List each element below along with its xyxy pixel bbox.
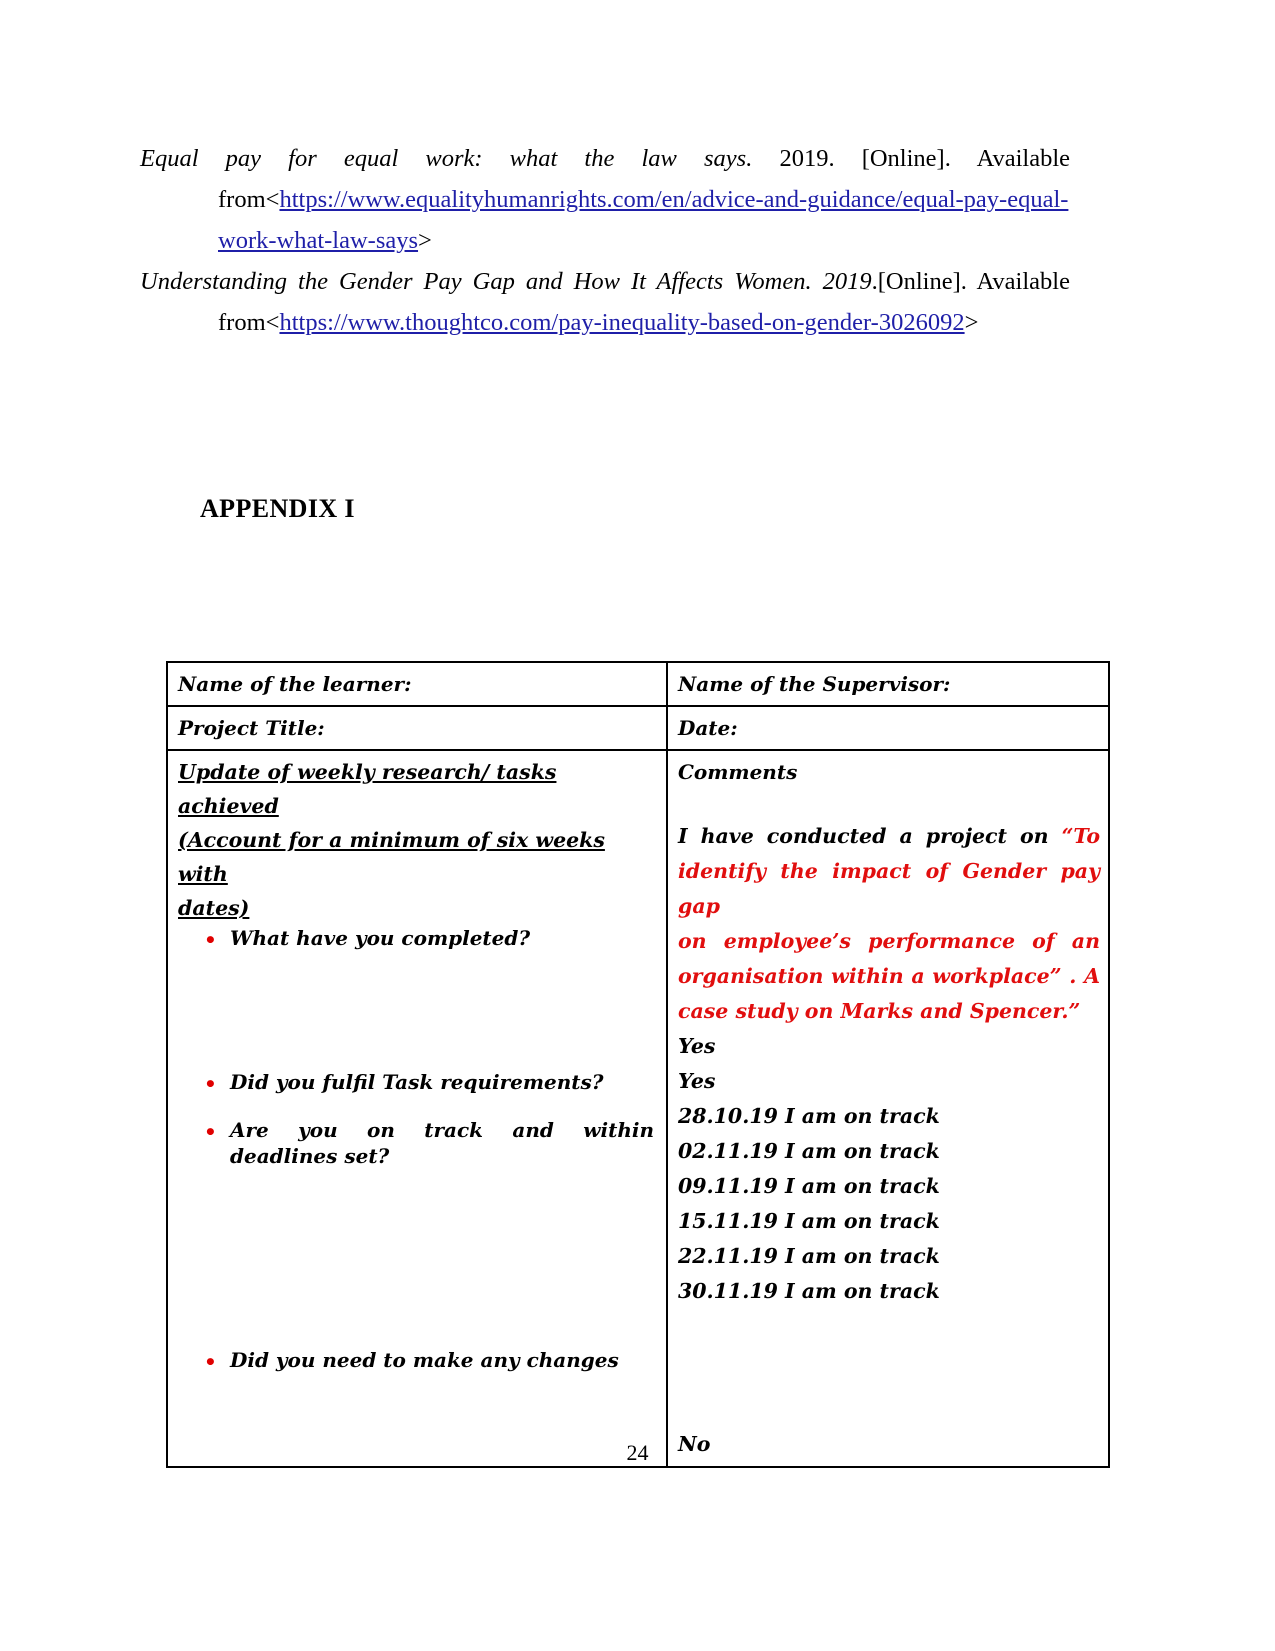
reference-2-url-line-1: from<https://www.thoughtco.com/pay-inequ… (218, 302, 1070, 343)
question-list-4: • Did you need to make any changes (178, 1347, 658, 1374)
reference-1-meta: 2019. [Online]. Available (779, 145, 1071, 172)
answer-track-4: 15.11.19 I am on track (678, 1209, 940, 1233)
page-number: 24 (626, 1440, 649, 1465)
cell-comments[interactable]: Comments I have conducted a project on “… (666, 749, 1110, 1468)
reference-entry-1: Equal pay for equal work: what the law s… (140, 138, 1070, 261)
project-statement-line-5: case study on Marks and Spencer.” (678, 999, 1081, 1023)
answer-track-2: 02.11.19 I am on track (678, 1139, 940, 1163)
reference-1-close-bracket: > (418, 227, 432, 254)
reference-1-from-label: from< (218, 186, 280, 213)
reference-1-url-line-2: work-what-law-says> (218, 220, 1070, 261)
cell-date[interactable]: Date: (666, 705, 1110, 751)
reference-2-title-line: Understanding the Gender Pay Gap and How… (140, 261, 1070, 302)
project-statement-line-3: on employee’s performance of an (678, 929, 1100, 953)
question-item-on-track: • Are you on track and within deadlines … (204, 1117, 658, 1169)
bullet-icon: • (204, 928, 217, 952)
question-list: • What have you completed? (178, 925, 658, 952)
reference-2-from-label: from< (218, 309, 280, 336)
document-page: Equal pay for equal work: what the law s… (0, 0, 1275, 1651)
spacer-after-completed (178, 951, 658, 1069)
reference-1-title-line: Equal pay for equal work: what the law s… (140, 138, 1070, 179)
question-item-changes: • Did you need to make any changes (204, 1347, 658, 1374)
question-item-task-requirements: • Did you fulfil Task requirements? (204, 1069, 658, 1096)
project-statement-lead: I have conducted a project on (678, 824, 1062, 848)
question-list-3: • Are you on track and within deadlines … (178, 1117, 658, 1169)
cell-weekly-update-questions[interactable]: Update of weekly research/ tasks achieve… (166, 749, 668, 1468)
reference-1-title: Equal pay for equal work: what the law s… (140, 145, 753, 172)
table-row-learner-supervisor: Name of the learner: Name of the Supervi… (166, 661, 1110, 707)
bullet-icon: • (204, 1350, 217, 1374)
cell-name-of-learner[interactable]: Name of the learner: (166, 661, 668, 707)
bullet-icon: • (204, 1120, 217, 1144)
answer-track-5: 22.11.19 I am on track (678, 1244, 940, 1268)
reference-1-url-link-part-2[interactable]: work-what-law-says (218, 227, 418, 254)
weekly-progress-form-table: Name of the learner: Name of the Supervi… (166, 661, 1110, 1468)
question-item-completed: • What have you completed? (204, 925, 658, 952)
answer-track-1: 28.10.19 I am on track (678, 1104, 940, 1128)
spacer-between-questions (178, 1095, 658, 1117)
reference-1-url-link-part-1[interactable]: https://www.equalityhumanrights.com/en/a… (279, 186, 1068, 213)
spacer-before-final-answer (678, 1309, 1100, 1427)
reference-2-url-link[interactable]: https://www.thoughtco.com/pay-inequality… (279, 309, 964, 336)
question-text-changes: Did you need to make any changes (230, 1348, 619, 1372)
question-text-task-requirements: Did you fulfil Task requirements? (230, 1070, 604, 1094)
reference-2-meta: .[Online]. Available (871, 268, 1070, 295)
table-row-weekly-update: Update of weekly research/ tasks achieve… (166, 749, 1110, 1468)
answer-yes-2: Yes (678, 1069, 716, 1093)
question-text-on-track-line-1: Are you on track and within (230, 1118, 654, 1142)
question-list-2: • Did you fulfil Task requirements? (178, 1069, 658, 1096)
question-text-completed: What have you completed? (230, 926, 531, 950)
cell-name-of-supervisor[interactable]: Name of the Supervisor: (666, 661, 1110, 707)
project-statement-line-4: organisation within a workplace” . A (678, 964, 1100, 988)
bullet-icon: • (204, 1072, 217, 1096)
project-statement: I have conducted a project on “To identi… (678, 819, 1100, 1029)
reference-1-url-line-1: from<https://www.equalityhumanrights.com… (218, 179, 1070, 220)
answer-yes-1: Yes (678, 1034, 716, 1058)
project-statement-line-2: identify the impact of Gender pay gap (678, 859, 1100, 918)
answer-track-6: 30.11.19 I am on track (678, 1279, 940, 1303)
spacer-before-changes (178, 1169, 658, 1347)
cell-project-title[interactable]: Project Title: (166, 705, 668, 751)
weekly-update-heading-line-3: dates) (178, 896, 250, 920)
table-row-project-date: Project Title: Date: (166, 705, 1110, 751)
weekly-update-heading-line-2: (Account for a minimum of six weeks with (178, 828, 605, 886)
reference-2-title: Understanding the Gender Pay Gap and How… (140, 268, 872, 295)
appendix-heading: APPENDIX I (200, 494, 355, 523)
reference-2-close-bracket: > (964, 309, 979, 336)
question-text-on-track-line-2: deadlines set? (230, 1144, 390, 1168)
project-statement-line-1: I have conducted a project on “To (678, 819, 1100, 854)
reference-entry-2: Understanding the Gender Pay Gap and How… (140, 261, 1070, 343)
answers-group: Yes Yes 28.10.19 I am on track 02.11.19 … (678, 1029, 1100, 1309)
comments-heading: Comments (678, 760, 798, 784)
project-statement-quote-1: “To (1061, 824, 1100, 848)
answer-track-3: 09.11.19 I am on track (678, 1174, 940, 1198)
references-list: Equal pay for equal work: what the law s… (140, 138, 1070, 343)
weekly-update-heading-line-1: Update of weekly research/ tasks achieve… (178, 760, 557, 818)
